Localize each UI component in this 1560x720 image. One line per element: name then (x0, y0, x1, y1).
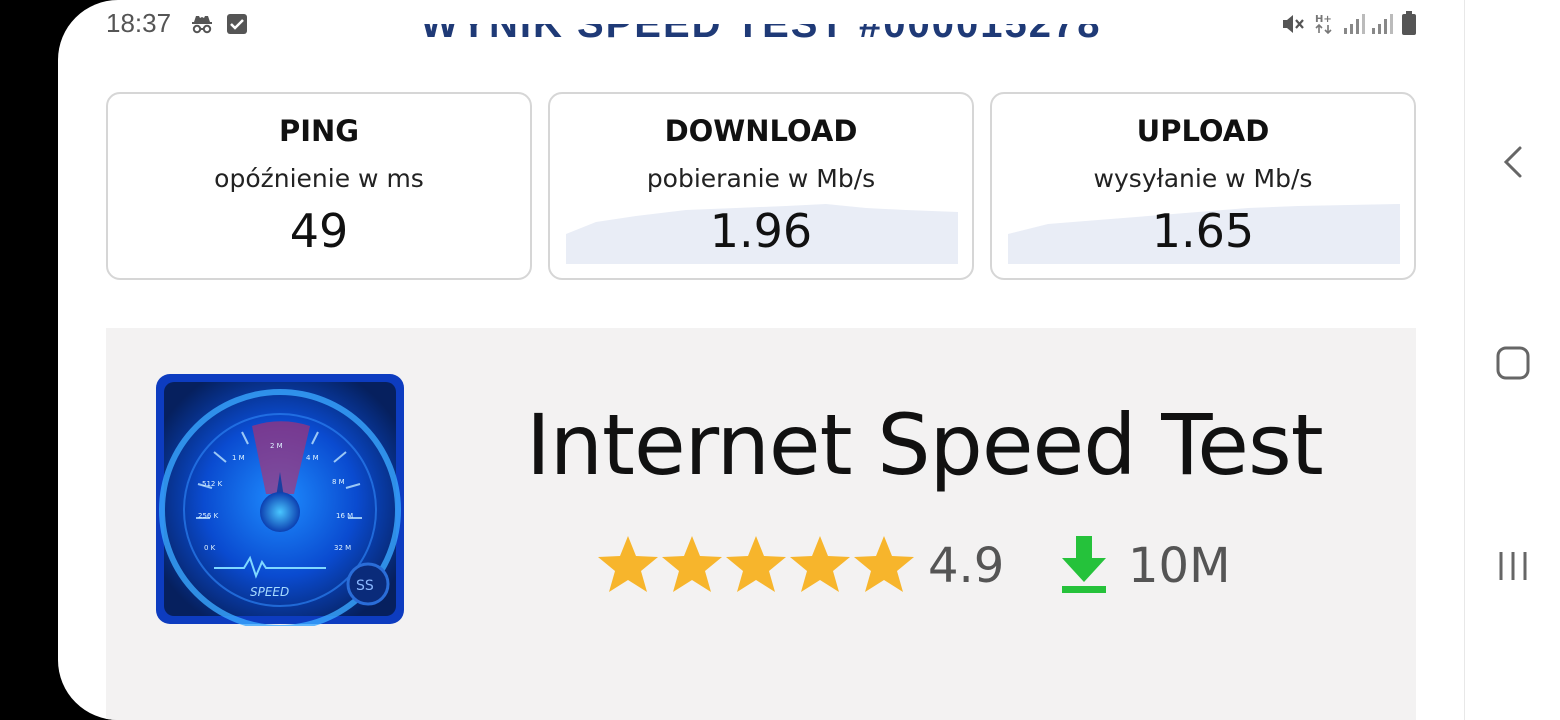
download-value: 1.96 (709, 204, 813, 258)
star-icon (662, 536, 722, 592)
download-arrow-icon (1058, 534, 1110, 600)
download-label: DOWNLOAD (664, 114, 858, 148)
home-square-icon (1496, 346, 1530, 380)
svg-text:256 K: 256 K (198, 512, 219, 520)
svg-text:SS: SS (356, 578, 374, 594)
download-sub: pobieranie w Mb/s (646, 164, 876, 193)
app-banner[interactable]: 1 M 2 M 4 M 8 M 16 M 32 M 512 K 256 K 0 … (106, 328, 1416, 720)
svg-text:32 M: 32 M (334, 544, 351, 552)
star-icon (726, 536, 786, 592)
recent-apps-icon (1499, 552, 1527, 580)
ping-sub: opóźnienie w ms (214, 164, 424, 193)
speedometer-app-icon: 1 M 2 M 4 M 8 M 16 M 32 M 512 K 256 K 0 … (154, 372, 406, 631)
svg-text:16 M: 16 M (336, 512, 353, 520)
app-title: Internet Speed Test (526, 396, 1324, 494)
rating-value: 4.9 (928, 538, 1005, 594)
star-icon (790, 536, 850, 592)
svg-text:2 M: 2 M (270, 442, 283, 450)
upload-label: UPLOAD (1136, 114, 1270, 148)
home-button[interactable] (1465, 333, 1560, 393)
svg-text:4 M: 4 M (306, 454, 319, 462)
downloads-count: 10M (1128, 538, 1231, 594)
ping-card: PING opóźnienie w ms 49 (106, 92, 532, 280)
result-heading: WYNIK SPEED TEST #000015278 (58, 24, 1464, 54)
upload-card: UPLOAD wysyłanie w Mb/s 1.65 (990, 92, 1416, 280)
rating-stars (596, 534, 916, 600)
result-heading-text: WYNIK SPEED TEST #000015278 (420, 24, 1102, 46)
svg-text:1 M: 1 M (232, 454, 245, 462)
ping-value: 49 (289, 204, 349, 258)
svg-text:0 K: 0 K (204, 544, 216, 552)
svg-text:SPEED: SPEED (250, 585, 289, 599)
ping-label: PING (278, 114, 360, 148)
back-button[interactable] (1465, 132, 1560, 192)
back-chevron-icon (1503, 146, 1522, 178)
upload-value: 1.65 (1151, 204, 1255, 258)
download-card: DOWNLOAD pobieranie w Mb/s 1.96 (548, 92, 974, 280)
upload-sub: wysyłanie w Mb/s (1093, 164, 1313, 193)
recent-apps-button[interactable] (1465, 536, 1560, 596)
svg-text:8 M: 8 M (332, 478, 345, 486)
phone-screen: 18:37 H+ WYNIK SPEED TEST #000015278 PIN… (58, 0, 1464, 720)
star-icon (854, 536, 914, 592)
android-nav-bar (1464, 0, 1560, 720)
star-icon (598, 536, 658, 592)
svg-text:512 K: 512 K (202, 480, 223, 488)
